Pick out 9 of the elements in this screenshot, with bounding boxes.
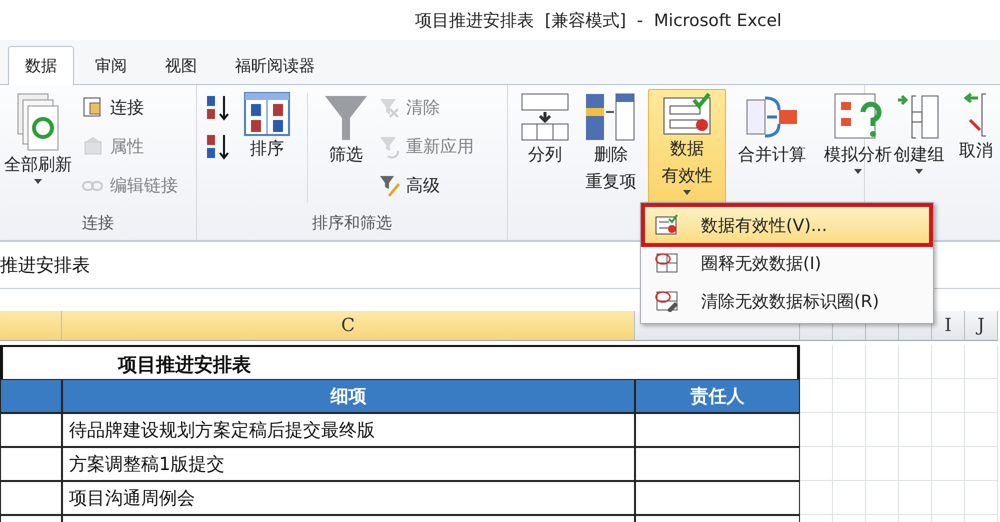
header-cell: 细项	[62, 379, 635, 413]
group-label: 连接	[82, 213, 114, 234]
formula-value: 推进安排表	[0, 254, 90, 277]
group-label: 排序和筛选	[312, 213, 392, 234]
table-cell: 待品牌建设规划方案定稿后提交最终版	[62, 413, 635, 447]
table-cell: 方案调整稿1版提交	[62, 447, 635, 481]
table-cell: 项目沟通周例会	[62, 481, 635, 515]
window-title: 项目推进安排表 [兼容模式] - Microsoft Excel	[415, 10, 782, 32]
header-cell: 责任人	[635, 379, 800, 413]
